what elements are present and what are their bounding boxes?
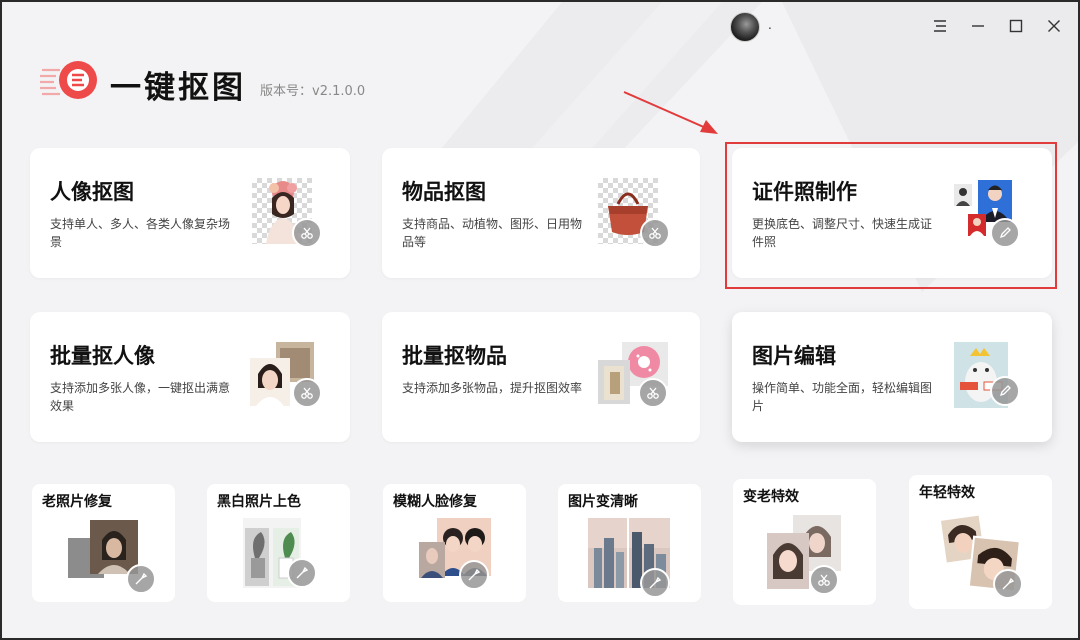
app-version: 版本号：v2.1.0.0	[260, 84, 366, 99]
small-card-colorize[interactable]: 黑白照片上色	[207, 484, 350, 602]
cutout-tool-icon	[640, 218, 670, 248]
card-batch-object[interactable]: 批量抠物品 支持添加多张物品，提升抠图效率	[382, 312, 700, 442]
maximize-icon	[1009, 19, 1023, 33]
title-bar: .	[2, 2, 1078, 52]
username[interactable]: .	[768, 18, 772, 32]
card-portrait-cutout[interactable]: 人像抠图 支持单人、多人、各类人像复杂场景	[30, 148, 350, 278]
repair-tool-icon	[126, 564, 156, 594]
small-card-title: 年轻特效	[919, 485, 975, 501]
menu-icon	[934, 20, 946, 32]
card-batch-portrait[interactable]: 批量抠人像 支持添加多张人像，一键抠出满意效果	[30, 312, 350, 442]
card-title: 物品抠图	[402, 180, 486, 204]
small-card-title: 黑白照片上色	[217, 494, 301, 510]
card-desc: 支持商品、动植物、图形、日用物品等	[402, 217, 583, 249]
close-icon	[1048, 20, 1060, 32]
cutout-tool-icon	[638, 378, 668, 408]
repair-tool-icon	[287, 558, 317, 588]
card-desc: 支持添加多张物品，提升抠图效率	[402, 381, 583, 395]
cutout-tool-icon	[292, 218, 322, 248]
small-card-old-photo-repair[interactable]: 老照片修复	[32, 484, 175, 602]
maximize-button[interactable]	[1004, 14, 1028, 38]
repair-tool-icon	[640, 568, 670, 598]
card-title: 人像抠图	[50, 180, 134, 204]
minimize-button[interactable]	[966, 14, 990, 38]
small-card-face-repair[interactable]: 模糊人脸修复	[383, 484, 526, 602]
card-desc: 支持单人、多人、各类人像复杂场景	[50, 217, 231, 249]
small-card-title: 图片变清晰	[568, 494, 638, 510]
menu-button[interactable]	[928, 14, 952, 38]
app-logo-icon	[40, 61, 97, 99]
small-card-title: 老照片修复	[42, 494, 112, 510]
card-title: 批量抠人像	[50, 344, 155, 368]
card-title: 批量抠物品	[402, 344, 507, 368]
small-card-title: 变老特效	[743, 489, 799, 505]
minimize-icon	[972, 25, 984, 27]
card-object-cutout[interactable]: 物品抠图 支持商品、动植物、图形、日用物品等	[382, 148, 700, 278]
repair-tool-icon	[459, 560, 489, 590]
card-desc: 操作简单、功能全面，轻松编辑图片	[752, 381, 933, 413]
small-card-youth-effect[interactable]: 年轻特效	[909, 475, 1052, 609]
cutout-tool-icon	[292, 378, 322, 408]
close-button[interactable]	[1042, 14, 1066, 38]
small-card-sharpen[interactable]: 图片变清晰	[558, 484, 701, 602]
card-image-edit[interactable]: 图片编辑 操作简单、功能全面，轻松编辑图片	[732, 312, 1052, 442]
cutout-tool-icon	[809, 565, 839, 595]
highlight-frame	[725, 142, 1057, 289]
repair-tool-icon	[993, 569, 1023, 599]
card-title: 图片编辑	[752, 344, 836, 368]
edit-pen-icon	[990, 376, 1020, 406]
pointer-arrow-icon	[623, 91, 718, 134]
card-desc: 支持添加多张人像，一键抠出满意效果	[50, 381, 231, 413]
small-card-title: 模糊人脸修复	[393, 494, 477, 510]
user-avatar[interactable]	[730, 12, 760, 42]
small-card-aging-effect[interactable]: 变老特效	[733, 479, 876, 605]
app-title: 一键抠图	[110, 70, 246, 106]
